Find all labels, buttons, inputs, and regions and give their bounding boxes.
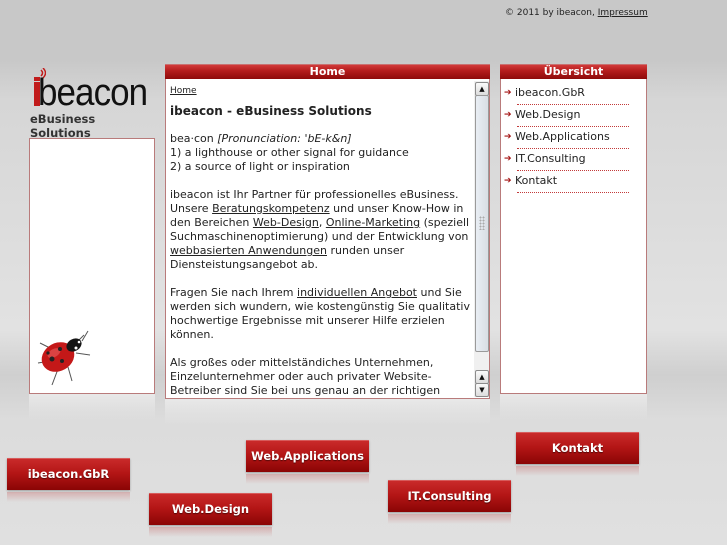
scroll-thumb[interactable] <box>475 95 489 352</box>
dotted-divider <box>517 126 629 127</box>
overview-item[interactable]: ➔ Web.Design <box>504 107 629 129</box>
individuelles-angebot-link[interactable]: individuellen Angebot <box>297 286 417 299</box>
scroll-down-button[interactable]: ▼ <box>475 383 489 397</box>
nav-button-web-applications[interactable]: Web.Applications <box>246 440 369 484</box>
beratungskompetenz-link[interactable]: Beratungskompetenz <box>212 202 330 215</box>
arrow-right-icon: ➔ <box>504 176 512 186</box>
ladybug-image <box>37 330 91 386</box>
content-panel: Home Home ibeacon - eBusiness Solutions … <box>165 64 490 399</box>
nav-button-it-consulting[interactable]: IT.Consulting <box>388 480 511 524</box>
scroll-up-button-bottom[interactable]: ▲ <box>475 370 489 384</box>
nav-button-web-design[interactable]: Web.Design <box>149 493 272 537</box>
logo-tagline: eBusiness Solutions <box>30 112 96 140</box>
dotted-divider <box>517 148 629 149</box>
image-box <box>29 138 155 394</box>
copyright-text: © 2011 by ibeacon, <box>505 8 595 18</box>
offer-paragraph: Fragen Sie nach Ihrem individuellen Ange… <box>170 286 472 342</box>
definition-line-2: 2) a source of light or inspiration <box>170 160 350 173</box>
overview-link-web-applications[interactable]: Web.Applications <box>515 130 610 143</box>
overview-link-kontakt[interactable]: Kontakt <box>515 174 557 187</box>
nav-button-gbr[interactable]: ibeacon.GbR <box>7 458 130 502</box>
text: , <box>318 216 326 229</box>
logo-wordmark: beacon <box>38 72 148 114</box>
overview-link-it-consulting[interactable]: IT.Consulting <box>515 152 586 165</box>
nav-button-kontakt[interactable]: Kontakt <box>516 432 639 476</box>
arrow-right-icon: ➔ <box>504 132 512 142</box>
overview-link-web-design[interactable]: Web.Design <box>515 108 580 121</box>
definition-block: bea·con [Pronunciation: 'bE-k&n] 1) a li… <box>170 132 472 174</box>
overview-panel-header: Übersicht <box>500 64 647 79</box>
copyright-line: © 2011 by ibeacon, Impressum <box>505 8 648 18</box>
definition-word: bea·con <box>170 132 218 145</box>
audience-paragraph: Als großes oder mittelständiches Unterne… <box>170 356 441 397</box>
webbasierte-anwendungen-link[interactable]: webbasierten Anwendungen <box>170 244 327 257</box>
overview-item[interactable]: ➔ ibeacon.GbR <box>504 85 629 107</box>
web-design-link[interactable]: Web-Design <box>253 216 319 229</box>
overview-link-gbr[interactable]: ibeacon.GbR <box>515 86 585 99</box>
breadcrumb: Home <box>170 84 472 98</box>
pronunciation: [Pronunciation: 'bE-k&n] <box>217 132 352 145</box>
intro-paragraph: ibeacon ist Ihr Partner für professionel… <box>170 188 472 272</box>
image-box-reflection <box>29 394 155 420</box>
overview-panel-reflection <box>500 394 647 420</box>
scroll-up-button[interactable]: ▲ <box>475 82 489 96</box>
overview-list: ➔ ibeacon.GbR ➔ Web.Design ➔ Web.Applicatio… <box>504 85 629 195</box>
breadcrumb-home-link[interactable]: Home <box>170 86 197 96</box>
content-scrollbar[interactable]: ▲ ▲ ▼ <box>474 81 489 397</box>
arrow-right-icon: ➔ <box>504 110 512 120</box>
page-title: ibeacon - eBusiness Solutions <box>170 104 372 118</box>
dotted-divider <box>517 192 629 193</box>
online-marketing-link[interactable]: Online-Marketing <box>326 216 420 229</box>
content-scroll-area[interactable]: Home ibeacon - eBusiness Solutions bea·c… <box>170 81 472 397</box>
dotted-divider <box>517 170 629 171</box>
grip-icon <box>479 216 485 230</box>
overview-item[interactable]: ➔ Kontakt <box>504 173 629 195</box>
content-panel-reflection <box>165 399 490 425</box>
impressum-link[interactable]: Impressum <box>598 8 648 18</box>
overview-panel: Übersicht ➔ ibeacon.GbR ➔ Web.Design ➔ Web.… <box>500 64 647 394</box>
definition-line-1: 1) a lighthouse or other signal for guid… <box>170 146 409 159</box>
content-panel-header: Home <box>165 64 490 79</box>
logo[interactable]: beacon eBusiness Solutions <box>28 66 158 140</box>
dotted-divider <box>517 104 629 105</box>
overview-item[interactable]: ➔ Web.Applications <box>504 129 629 151</box>
text: Fragen Sie nach Ihrem <box>170 286 298 299</box>
arrow-right-icon: ➔ <box>504 154 512 164</box>
overview-item[interactable]: ➔ IT.Consulting <box>504 151 629 173</box>
arrow-right-icon: ➔ <box>504 88 512 98</box>
